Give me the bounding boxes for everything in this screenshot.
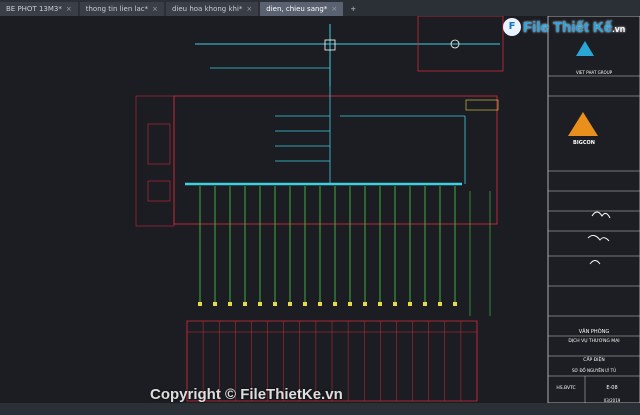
- breaker-symbol: [198, 302, 202, 306]
- breaker-symbol: [393, 302, 397, 306]
- close-icon[interactable]: ×: [66, 2, 72, 16]
- breaker-symbol: [453, 302, 457, 306]
- watermark-icon: F: [503, 18, 521, 36]
- breaker-symbol: [348, 302, 352, 306]
- breaker-symbol: [243, 302, 247, 306]
- breaker-symbol: [288, 302, 292, 306]
- company-viet-phat: VIET PHAT GROUP: [576, 70, 613, 75]
- breaker-symbol: [363, 302, 367, 306]
- status-bar: [0, 403, 640, 415]
- breaker-symbol: [333, 302, 337, 306]
- breaker-symbol: [408, 302, 412, 306]
- watermark-logo: F File Thiết Kế.vn: [503, 18, 625, 36]
- breaker-symbol: [258, 302, 262, 306]
- tab-thong-tin-lien-lac[interactable]: thong tin lien lac* ×: [79, 2, 164, 16]
- close-icon[interactable]: ×: [152, 2, 158, 16]
- sheet-desc: SƠ ĐỒ NGUYÊN LÝ TỦ: [572, 368, 616, 373]
- drawing-number: E-08: [606, 385, 617, 391]
- panel-outline: [173, 95, 498, 225]
- tab-label: dien, chieu sang*: [266, 5, 328, 13]
- watermark-name: File Thiết Kế: [523, 18, 613, 36]
- breaker-symbol: [228, 302, 232, 306]
- close-icon[interactable]: ×: [246, 2, 252, 16]
- breaker-symbol: [423, 302, 427, 306]
- copyright-watermark: Copyright © FileThietKe.vn: [150, 386, 343, 403]
- document-tab-bar: BE PHOT 13M3* × thong tin lien lac* × dieu…: [0, 0, 640, 16]
- tab-label: dieu hoa khong khi*: [171, 5, 243, 13]
- watermark-suffix: .vn: [612, 23, 626, 34]
- doc-subtitle: DỊCH VỤ THƯƠNG MẠI: [568, 338, 619, 344]
- company-bigcon: BIGCON: [573, 140, 595, 146]
- drawing-canvas[interactable]: VIET PHAT GROUP BIGCON VĂN PHÒNG DỊCH VỤ…: [0, 15, 640, 404]
- cad-drawing: VIET PHAT GROUP BIGCON VĂN PHÒNG DỊCH VỤ…: [135, 15, 640, 404]
- tab-label: BE PHOT 13M3*: [6, 5, 62, 13]
- branch-circuits: [198, 186, 457, 306]
- tab-dien-chieu-sang[interactable]: dien, chieu sang* ×: [260, 2, 344, 16]
- breaker-symbol: [438, 302, 442, 306]
- breaker-symbol: [318, 302, 322, 306]
- close-icon[interactable]: ×: [331, 2, 337, 16]
- watermark-text: File Thiết Kế.vn: [523, 19, 625, 36]
- doc-title: VĂN PHÒNG: [579, 328, 610, 335]
- drawing-code: HS.BVTC: [556, 385, 575, 391]
- breaker-symbol: [303, 302, 307, 306]
- breaker-symbol: [213, 302, 217, 306]
- tab-be-phot[interactable]: BE PHOT 13M3* ×: [0, 2, 78, 16]
- tab-label: thong tin lien lac*: [85, 5, 149, 13]
- new-tab-button[interactable]: +: [345, 2, 362, 16]
- breaker-symbol: [378, 302, 382, 306]
- breaker-symbol: [273, 302, 277, 306]
- tab-dieu-hoa-khong-khi[interactable]: dieu hoa khong khi* ×: [165, 2, 259, 16]
